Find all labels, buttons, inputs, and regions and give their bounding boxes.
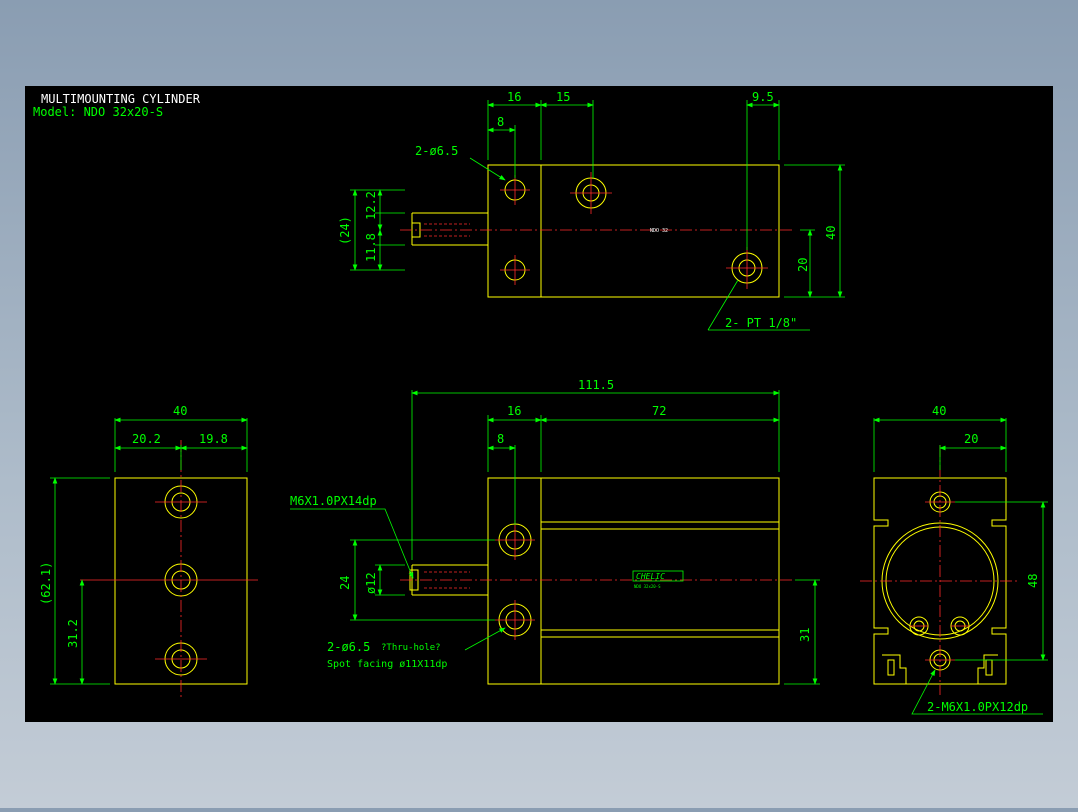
top-dim-8: 8	[497, 115, 504, 129]
top-body-label: NDO 32	[650, 228, 668, 234]
top-callout-holes: 2-ø6.5	[415, 144, 458, 158]
front-callout-holes-note: ?Thru-hole?	[381, 643, 441, 653]
front-logo-sub: NDO 32x20-S	[634, 584, 661, 589]
front-dim-phi12: ø12	[364, 572, 378, 594]
front-logo: CHELIC	[636, 572, 665, 581]
left-dim-40: 40	[173, 404, 187, 418]
top-dim-40: 40	[824, 226, 838, 240]
front-dim-24: 24	[338, 576, 352, 590]
top-dim-16: 16	[507, 90, 521, 104]
right-dim-40: 40	[932, 404, 946, 418]
front-dim-16: 16	[507, 404, 521, 418]
front-dim-8: 8	[497, 432, 504, 446]
left-dim-19-8: 19.8	[199, 432, 228, 446]
top-dim-12-2: 12.2	[364, 191, 378, 220]
front-callout-spot: Spot facing ø11X11dp	[327, 659, 447, 670]
left-dim-62-1: (62.1)	[39, 562, 53, 605]
top-dim-15: 15	[556, 90, 570, 104]
right-dim-48: 48	[1026, 574, 1040, 588]
front-callout-holes: 2-ø6.5	[327, 640, 370, 654]
front-dim-111-5: 111.5	[578, 378, 614, 392]
left-dim-20-2: 20.2	[132, 432, 161, 446]
cad-viewport[interactable]: MULTIMOUNTING CYLINDER Model: NDO 32x20-…	[0, 0, 1078, 808]
drawing-title: MULTIMOUNTING CYLINDER	[41, 92, 201, 106]
top-dim-20: 20	[796, 258, 810, 272]
front-dim-31: 31	[798, 628, 812, 642]
top-callout-ports: 2- PT 1/8"	[725, 316, 797, 330]
drawing-canvas[interactable]: MULTIMOUNTING CYLINDER Model: NDO 32x20-…	[0, 0, 1078, 808]
right-callout-thread: 2-M6X1.0PX12dp	[927, 700, 1028, 714]
front-dim-72: 72	[652, 404, 666, 418]
right-dim-20: 20	[964, 432, 978, 446]
left-dim-31-2: 31.2	[66, 619, 80, 648]
front-callout-thread: M6X1.0PX14dp	[290, 494, 377, 508]
top-dim-9-5: 9.5	[752, 90, 774, 104]
top-dim-24-ref: (24)	[338, 216, 352, 245]
top-dim-11-8: 11.8	[364, 233, 378, 262]
model-label: Model: NDO 32x20-S	[33, 105, 163, 119]
